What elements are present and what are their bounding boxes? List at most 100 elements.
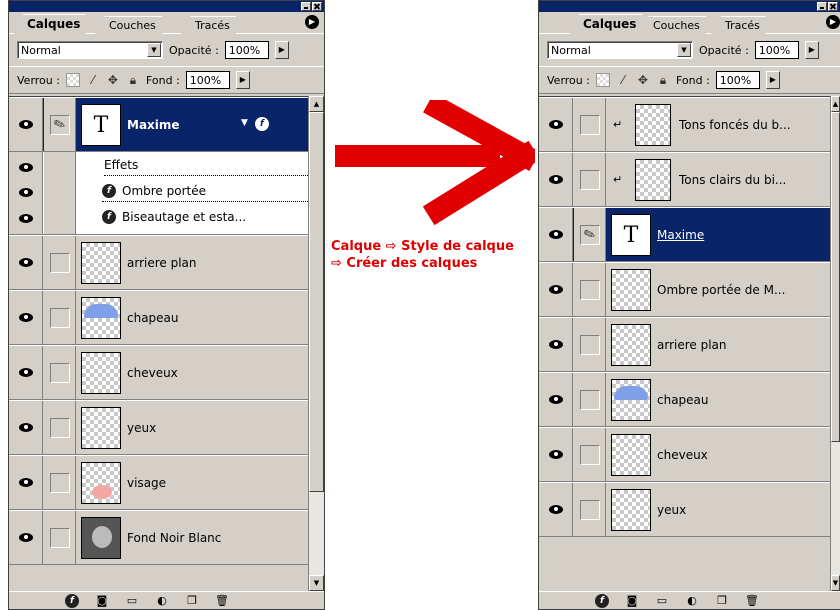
panel-menu-icon[interactable]: ▶ [826,15,840,29]
tab-calques[interactable]: Calques [569,14,643,35]
blend-mode-select[interactable]: Normal ▼ [17,41,163,59]
scroll-down-icon[interactable]: ▼ [309,575,324,591]
eye-icon[interactable] [18,258,33,267]
link-column[interactable] [44,511,76,564]
layer-row[interactable]: Ombre portée de M... [539,262,830,317]
eye-icon[interactable] [548,285,563,294]
scroll-down-icon[interactable]: ▼ [831,575,840,591]
link-column[interactable] [44,291,76,344]
lock-brush-icon[interactable]: ⁄ [616,73,630,87]
lock-all-icon[interactable]: 🔒︎ [656,73,670,87]
lock-brush-icon[interactable]: ⁄ [86,73,100,87]
link-column[interactable] [44,236,76,289]
panel-titlebar[interactable] [9,1,324,12]
visibility-toggle[interactable] [539,263,573,316]
lock-transparency-icon[interactable] [65,73,80,87]
layer-row[interactable]: cheveux [9,345,308,400]
blend-mode-select[interactable]: Normal ▼ [547,41,693,59]
minimize-icon[interactable] [817,2,827,11]
trash-icon[interactable]: 🗑︎ [215,594,229,607]
layer-row[interactable]: ↵ Tons clairs du bi... [539,152,830,207]
minimize-icon[interactable] [301,2,311,11]
lock-transparency-icon[interactable] [595,73,610,87]
opacity-field[interactable]: 100% [754,41,799,59]
lock-move-icon[interactable]: ✥ [636,73,650,87]
opacity-arrow-icon[interactable]: ▶ [804,41,819,59]
layer-row[interactable]: yeux [9,400,308,455]
lock-all-icon[interactable]: 🔒︎ [126,73,140,87]
tab-couches[interactable]: Couches [639,16,706,34]
visibility-toggle[interactable] [9,236,43,289]
eye-icon[interactable] [548,340,563,349]
eye-icon[interactable] [18,368,33,377]
panel-menu-icon[interactable]: ▶ [305,15,319,29]
eye-icon[interactable] [18,213,33,223]
add-layer-style-icon[interactable]: f [595,593,609,608]
eye-icon[interactable] [548,120,563,129]
visibility-toggle[interactable] [539,373,573,426]
link-column[interactable] [44,401,76,454]
visibility-toggle[interactable] [9,456,43,509]
link-column[interactable]: ✎ [44,98,76,151]
visibility-toggle[interactable] [539,98,573,151]
layer-row[interactable]: arriere plan [539,317,830,372]
add-mask-icon[interactable]: ◙ [95,594,109,607]
trash-icon[interactable]: 🗑︎ [745,594,759,607]
visibility-toggle[interactable] [9,511,43,564]
fill-field[interactable]: 100% [715,71,760,89]
opacity-arrow-icon[interactable]: ▶ [274,41,289,59]
visibility-toggle[interactable] [9,346,43,399]
tab-couches[interactable]: Couches [95,16,162,34]
tab-traces[interactable]: Tracés [181,16,236,34]
eye-icon[interactable] [18,313,33,322]
visibility-toggle[interactable] [539,208,573,261]
link-column[interactable] [574,428,606,481]
layer-row-maxime[interactable]: ✎ T Maxime [539,207,830,262]
add-mask-icon[interactable]: ◙ [625,594,639,607]
adjustment-layer-icon[interactable]: ◐ [685,594,699,607]
new-group-icon[interactable]: ▭ [655,594,669,607]
visibility-toggle[interactable] [9,98,43,151]
eye-icon[interactable] [18,163,33,173]
close-icon[interactable] [312,2,322,11]
link-column[interactable] [574,153,606,206]
visibility-toggle[interactable] [539,153,573,206]
layer-row[interactable]: chapeau [539,372,830,427]
effect-bevel-emboss[interactable]: f Biseautage et esta... [102,206,308,228]
eye-icon[interactable] [548,175,563,184]
new-layer-icon[interactable]: ❐ [715,594,729,607]
layer-row-maxime[interactable]: ✎ T Maxime ▼ f [9,97,308,152]
new-group-icon[interactable]: ▭ [125,594,139,607]
link-column[interactable] [44,346,76,399]
new-layer-icon[interactable]: ❐ [185,594,199,607]
chevron-down-icon[interactable]: ▼ [677,43,691,57]
visibility-toggle[interactable] [539,428,573,481]
eye-icon[interactable] [548,230,563,239]
link-column[interactable] [574,483,606,536]
fill-arrow-icon[interactable]: ▶ [235,71,250,89]
eye-icon[interactable] [18,533,33,542]
close-icon[interactable] [828,2,838,11]
adjustment-layer-icon[interactable]: ◐ [155,594,169,607]
layer-row[interactable]: arriere plan [9,235,308,290]
eye-icon[interactable] [18,423,33,432]
visibility-toggle[interactable] [539,483,573,536]
visibility-toggle[interactable] [9,401,43,454]
expand-triangle-icon[interactable]: ▼ [241,118,248,128]
opacity-field[interactable]: 100% [224,41,269,59]
lock-move-icon[interactable]: ✥ [106,73,120,87]
eye-icon[interactable] [548,395,563,404]
visibility-toggle[interactable] [9,291,43,344]
tab-traces[interactable]: Tracés [711,16,766,34]
scroll-thumb[interactable] [309,112,324,492]
scroll-thumb[interactable] [831,112,840,442]
layer-row[interactable]: cheveux [539,427,830,482]
layers-scrollbar[interactable]: ▲ ▼ [830,96,840,591]
chevron-down-icon[interactable]: ▼ [147,43,161,57]
link-column[interactable] [574,373,606,426]
eye-icon[interactable] [548,505,563,514]
fill-field[interactable]: 100% [185,71,230,89]
layer-row[interactable]: ↵ Tons foncés du b... [539,97,830,152]
fill-arrow-icon[interactable]: ▶ [765,71,780,89]
effects-header[interactable]: Effets [104,154,308,176]
